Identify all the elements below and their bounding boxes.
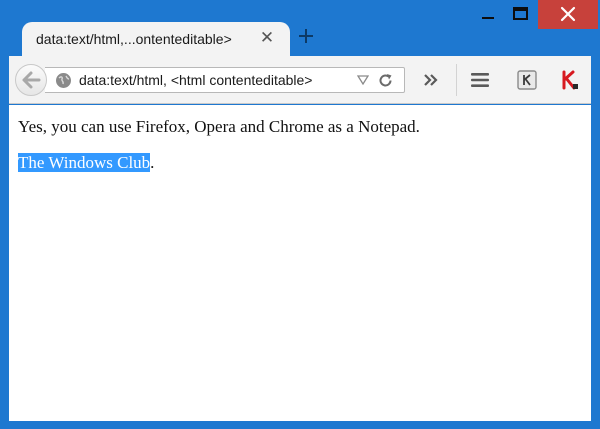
tab-strip: data:text/html,...ontenteditable> ✕: [0, 0, 600, 58]
text-line-1: Yes, you can use Firefox, Opera and Chro…: [18, 117, 420, 136]
nav-toolbar: data:text/html, <html contenteditable>: [9, 56, 591, 104]
window-close-icon[interactable]: [538, 0, 598, 29]
tab-close-icon[interactable]: ✕: [258, 29, 276, 47]
toolbar-separator: [456, 64, 457, 96]
maximize-icon[interactable]: [506, 0, 536, 29]
url-text: data:text/html, <html contenteditable>: [79, 72, 313, 88]
dropdown-icon[interactable]: [357, 75, 369, 85]
editable-document[interactable]: Yes, you can use Firefox, Opera and Chro…: [9, 105, 591, 421]
new-tab-icon[interactable]: [298, 28, 314, 44]
selected-text: The Windows Club: [18, 153, 151, 172]
globe-icon: [56, 73, 71, 88]
text-after-selection: .: [150, 153, 155, 172]
overflow-icon[interactable]: [421, 70, 441, 90]
kaspersky-k-icon[interactable]: [517, 70, 537, 90]
minimize-icon[interactable]: [470, 0, 506, 29]
url-bar[interactable]: data:text/html, <html contenteditable>: [45, 67, 405, 93]
tab-title: data:text/html,...ontenteditable>: [36, 31, 232, 47]
tab-active[interactable]: data:text/html,...ontenteditable> ✕: [22, 22, 290, 58]
reload-icon[interactable]: [377, 72, 394, 89]
back-arrow-icon: [22, 71, 41, 89]
kaspersky-red-icon[interactable]: [560, 69, 580, 91]
text-line-2: The Windows Club.: [18, 153, 582, 173]
menu-icon[interactable]: [470, 70, 490, 90]
browser-window: data:text/html,...ontenteditable> ✕ data…: [0, 0, 600, 429]
back-button[interactable]: [15, 64, 47, 96]
